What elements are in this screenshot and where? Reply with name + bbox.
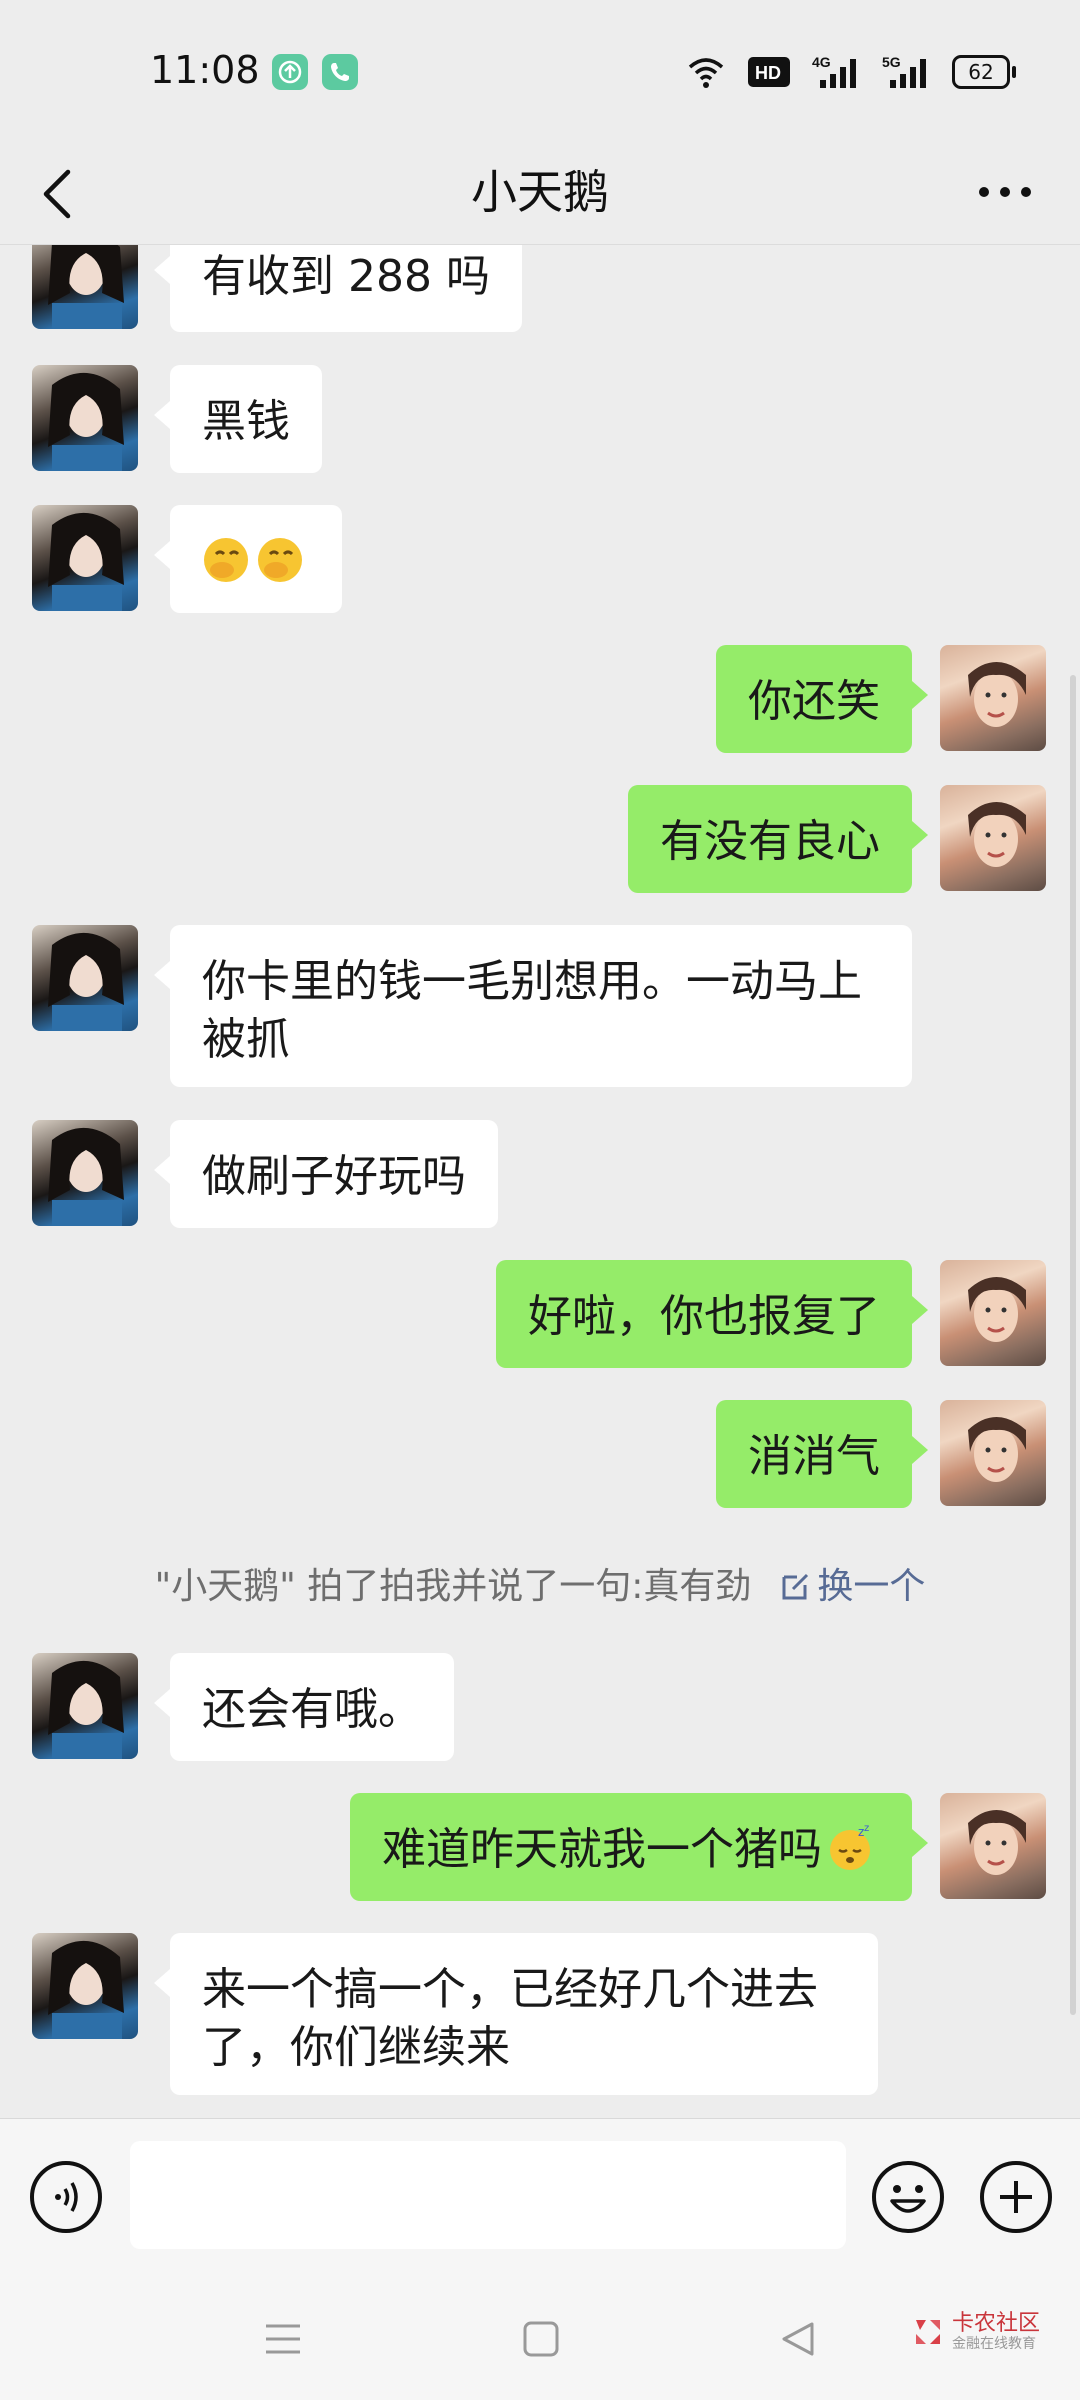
home-nav-button[interactable] (516, 2314, 566, 2364)
more-button[interactable] (970, 170, 1040, 214)
my-avatar[interactable] (940, 785, 1046, 891)
signal-5g-icon: 5G (882, 54, 926, 88)
message-text: 好啦，你也报复了 (528, 1291, 880, 1342)
back-icon (782, 2322, 814, 2356)
message-bubble[interactable]: 来一个搞一个，已经好几个进去 了，你们继续来 (154, 1933, 878, 2095)
emoji-icon (872, 2161, 944, 2233)
watermark: 卡农社区 金融在线教育 (910, 2312, 1040, 2352)
plus-icon (980, 2161, 1052, 2233)
change-pat-link-text: 换一个 (817, 1566, 926, 1607)
message-bubble[interactable]: 你还笑 (716, 645, 928, 753)
message-text: 难道昨天就我一个猪吗 (382, 1824, 822, 1875)
message-input[interactable] (130, 2141, 846, 2249)
status-bar: 11:08 HD 4G 5G 62 (0, 0, 1080, 140)
message-bubble[interactable]: 你卡里的钱一毛别想用。一动马上 被抓 (154, 925, 912, 1087)
hand-over-mouth-emoji (204, 538, 248, 582)
message-text: 有收到 288 吗 (202, 251, 490, 302)
message-bubble[interactable]: 有收到 288 吗 (154, 245, 522, 332)
watermark-sub: 金融在线教育 (951, 2336, 1036, 2352)
hand-over-mouth-emoji (258, 538, 302, 582)
pat-notice-text: "小天鹅" 拍了拍我并说了一句:真有劲 (154, 1566, 752, 1607)
message-bubble[interactable]: 做刷子好玩吗 (154, 1120, 498, 1228)
contact-avatar[interactable] (32, 245, 138, 329)
sleeping-face-emoji: zz (830, 1824, 870, 1870)
message-text: 做刷子好玩吗 (202, 1151, 466, 1202)
contact-avatar[interactable] (32, 365, 138, 471)
svg-text:HD: HD (755, 63, 781, 83)
contact-avatar[interactable] (32, 1653, 138, 1759)
svg-text:4G: 4G (812, 54, 831, 70)
home-icon (523, 2321, 559, 2357)
back-nav-button[interactable] (774, 2314, 824, 2364)
hd-icon: HD (748, 57, 790, 87)
kanong-logo-icon (915, 2320, 940, 2344)
message-text: 有没有良心 (660, 816, 880, 867)
edit-icon (782, 1573, 809, 1600)
contact-avatar[interactable] (32, 1120, 138, 1226)
message-text-line: 了，你们继续来 (202, 2022, 510, 2073)
menu-icon (266, 2324, 300, 2354)
message-text: 黑钱 (202, 396, 290, 447)
message-bubble[interactable]: 难道昨天就我一个猪吗 z z (350, 1793, 928, 1901)
my-avatar[interactable] (940, 1260, 1046, 1366)
message-bubble[interactable]: 好啦，你也报复了 (496, 1260, 928, 1368)
message-bubble[interactable]: 还会有哦。 (154, 1653, 454, 1761)
wifi-icon (688, 58, 724, 88)
phone-app-icon (322, 54, 358, 90)
message-bubble[interactable]: 有没有良心 (628, 785, 928, 893)
message-bubble[interactable] (154, 505, 342, 613)
contact-avatar[interactable] (32, 505, 138, 611)
my-avatar[interactable] (940, 1400, 1046, 1506)
chat-title: 小天鹅 (471, 165, 609, 219)
status-time: 11:08 (150, 48, 260, 92)
watermark-main: 卡农社区 (951, 2311, 1040, 2336)
my-avatar[interactable] (940, 1793, 1046, 1899)
message-text: 你还笑 (748, 676, 880, 727)
svg-text:5G: 5G (882, 54, 901, 70)
plus-button[interactable] (978, 2159, 1054, 2235)
message-text-line: 你卡里的钱一毛别想用。一动马上 (202, 956, 862, 1007)
message-text: 还会有哦。 (202, 1684, 422, 1735)
battery-icon: 62 (952, 55, 1016, 89)
input-bar (0, 2118, 1080, 2279)
voice-button[interactable] (28, 2159, 104, 2235)
more-dots-icon (979, 187, 1031, 197)
message-list[interactable]: 有收到 288 吗 黑钱 你还笑 有没有良心 你卡里的钱一毛别想用。一动马上 被… (0, 245, 1080, 2115)
scrollbar[interactable] (1070, 675, 1076, 2015)
upload-app-icon (272, 54, 308, 90)
contact-avatar[interactable] (32, 925, 138, 1031)
message-text-line: 被抓 (202, 1014, 290, 1065)
signal-4g-icon: 4G (812, 54, 856, 88)
chat-header: 小天鹅 (0, 140, 1080, 245)
menu-nav-button[interactable] (258, 2314, 308, 2364)
message-text: 消消气 (748, 1431, 880, 1482)
message-bubble[interactable]: 消消气 (716, 1400, 928, 1508)
contact-avatar[interactable] (32, 1933, 138, 2039)
message-text-line: 来一个搞一个，已经好几个进去 (202, 1964, 818, 2015)
voice-icon (30, 2161, 102, 2233)
emoji-button[interactable] (870, 2159, 946, 2235)
pat-notice: "小天鹅" 拍了拍我并说了一句:真有劲 换一个 (0, 1557, 1080, 1609)
my-avatar[interactable] (940, 645, 1046, 751)
change-pat-link[interactable]: 换一个 (779, 1566, 925, 1607)
message-bubble[interactable]: 黑钱 (154, 365, 322, 473)
svg-text:z: z (864, 1824, 869, 1834)
